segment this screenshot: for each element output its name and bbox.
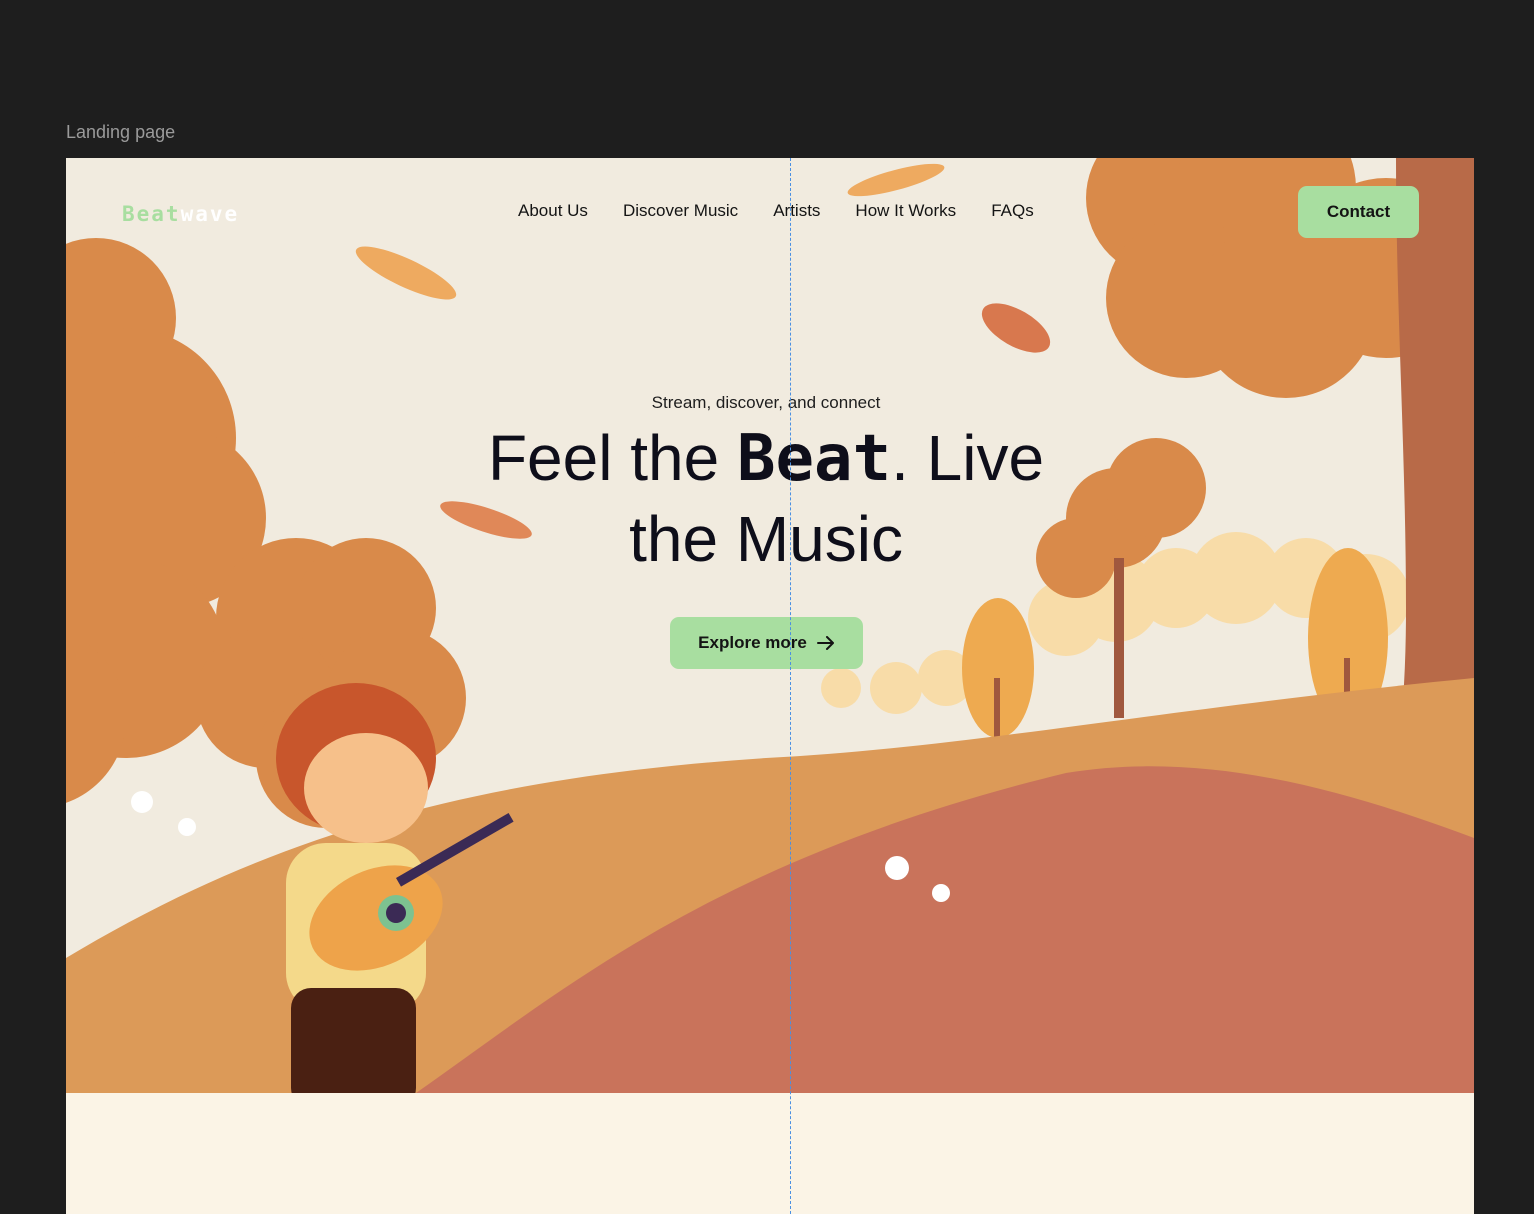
hero-title-line2: the Music [629,503,903,575]
hero-title-part1: Feel the [487,422,737,494]
center-guide-line [790,158,791,1214]
logo-part-wave: wave [180,202,240,226]
frame-label: Landing page [66,122,176,142]
landing-page-frame: Beatwave About Us Discover Music Artists… [66,158,1474,1214]
nav-link-faqs[interactable]: FAQs [991,201,1034,221]
autumn-scene-illustration [66,158,1474,1214]
explore-more-button[interactable]: Explore more [670,617,863,669]
nav-link-discover-music[interactable]: Discover Music [623,201,738,221]
nav-links: About Us Discover Music Artists How It W… [518,201,1069,221]
hero-title: Feel the Beat. Live the Music [66,418,1466,579]
hero-title-beat: Beat [736,422,892,496]
logo-part-beat: Beat [122,202,181,226]
nav-link-about-us[interactable]: About Us [518,201,588,221]
contact-button[interactable]: Contact [1298,186,1419,238]
arrow-right-icon [816,636,834,650]
nav-link-how-it-works[interactable]: How It Works [855,201,956,221]
nav-link-artists[interactable]: Artists [773,201,820,221]
ground-band [66,1093,1474,1214]
top-navigation: Beatwave About Us Discover Music Artists… [66,158,1474,268]
brand-logo[interactable]: Beatwave [122,202,239,226]
hero-subtitle: Stream, discover, and connect [651,393,881,412]
hero-title-part2: . Live [891,422,1045,494]
